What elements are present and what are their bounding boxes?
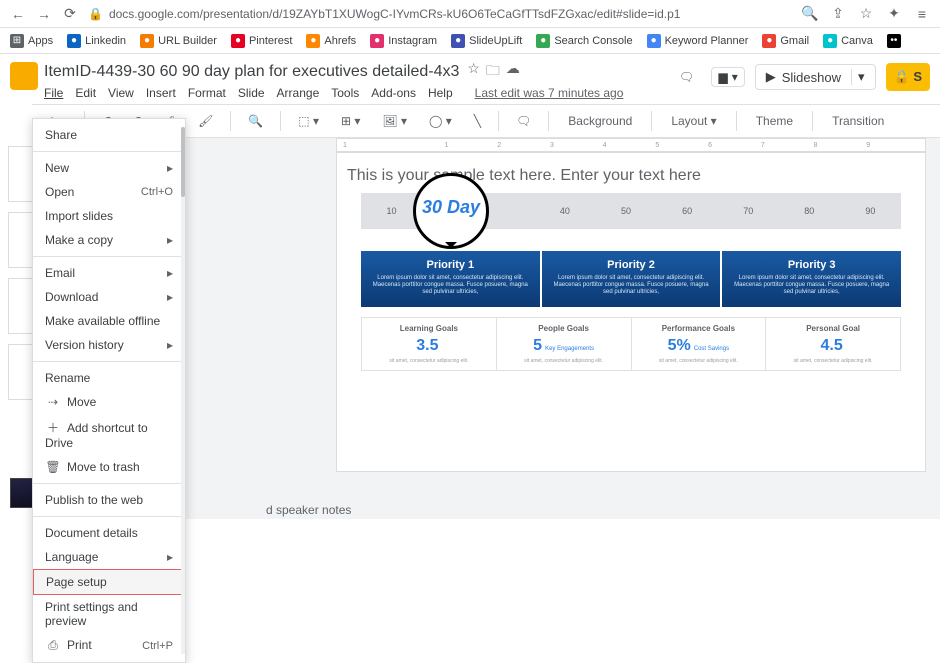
lock-small-icon: 🔒 (894, 69, 910, 84)
file-menu-download[interactable]: Download▸ (33, 285, 185, 309)
file-menu-move[interactable]: ⇢Move (33, 390, 185, 414)
share-button[interactable]: 🔒 S (886, 63, 930, 91)
back-icon[interactable]: ← (10, 6, 26, 22)
file-menu-version-history[interactable]: Version history▸ (33, 333, 185, 357)
file-menu-print-settings-and-preview[interactable]: Print settings and preview (33, 595, 185, 633)
bookmark-slideuplift[interactable]: ●SlideUpLift (451, 34, 522, 48)
menu-format[interactable]: Format (188, 86, 226, 100)
doc-title[interactable]: ItemID-4439-30 60 90 day plan for execut… (44, 63, 459, 81)
goal-cell: People Goals5Key Engagementssit amet, co… (497, 318, 632, 370)
goal-cell: Personal Goal4.5sit amet, consectetur ad… (766, 318, 900, 370)
file-menu-email[interactable]: Email▸ (33, 261, 185, 285)
file-menu-import-slides[interactable]: Import slides (33, 204, 185, 228)
theme-button[interactable]: Theme (746, 110, 803, 132)
comments-icon[interactable]: 🗨 (671, 62, 701, 92)
menu-scrollbar[interactable] (181, 127, 185, 654)
speaker-notes[interactable]: d speaker notes (266, 503, 351, 517)
play-icon: ▶ (766, 69, 776, 85)
menu-add-ons[interactable]: Add-ons (371, 86, 416, 100)
bookmark-instagram[interactable]: ●Instagram (370, 34, 437, 48)
file-menu-share[interactable]: Share (33, 123, 185, 147)
menu-help[interactable]: Help (428, 86, 453, 100)
cloud-status-icon[interactable]: ☁ (506, 60, 520, 84)
file-menu-make-a-copy[interactable]: Make a copy▸ (33, 228, 185, 252)
readlist-icon[interactable]: ≡ (914, 6, 930, 22)
menu-view[interactable]: View (108, 86, 134, 100)
file-menu-publish-to-the-web[interactable]: Publish to the web (33, 488, 185, 512)
menu-tools[interactable]: Tools (331, 86, 359, 100)
lock-icon: 🔒 (88, 7, 103, 21)
extensions-icon[interactable]: ✦ (886, 6, 902, 22)
file-menu-page-setup[interactable]: Page setup (33, 569, 185, 595)
menu-slide[interactable]: Slide (238, 86, 265, 100)
textbox-button[interactable]: ⊞ ▾ (333, 110, 368, 132)
bookmark-ahrefs[interactable]: ●Ahrefs (306, 34, 356, 48)
gauge-bar: 30 Day 1020 405060708090 (361, 193, 901, 229)
line-button[interactable]: ╲ (466, 110, 489, 132)
star-doc-icon[interactable]: ☆ (467, 60, 480, 84)
bookmarks-bar: ⊞Apps ●Linkedin ●URL Builder ●Pinterest ●Ah… (0, 28, 940, 54)
file-menu-make-available-offline[interactable]: Make available offline (33, 309, 185, 333)
goals-row: Learning Goals3.5sit amet, consectetur a… (361, 317, 901, 371)
bookmark-gmail[interactable]: ●Gmail (762, 34, 809, 48)
priority-card: Priority 1Lorem ipsum dolor sit amet, co… (361, 251, 540, 307)
slideshow-button[interactable]: ▶Slideshow▾ (755, 64, 876, 90)
priority-row: Priority 1Lorem ipsum dolor sit amet, co… (361, 251, 901, 307)
file-menu-add-shortcut-to-drive[interactable]: ＋Add shortcut to Drive (33, 414, 185, 455)
priority-card: Priority 3Lorem ipsum dolor sit amet, co… (722, 251, 901, 307)
horizontal-ruler: 1123456789 (336, 138, 926, 152)
menu-insert[interactable]: Insert (146, 86, 176, 100)
meet-icon: ▆ (718, 70, 727, 84)
file-menu-dropdown: Share New▸OpenCtrl+OImport slidesMake a c… (32, 118, 186, 663)
transition-button[interactable]: Transition (822, 110, 894, 132)
comment-button[interactable]: 🗨 (508, 110, 539, 132)
bookmark-keyword-planner[interactable]: ●Keyword Planner (647, 34, 749, 48)
browser-chrome: ← → ⟳ 🔒 docs.google.com/presentation/d/1… (0, 0, 940, 28)
bookmark-canva[interactable]: ●Canva (823, 34, 873, 48)
priority-card: Priority 2Lorem ipsum dolor sit amet, co… (542, 251, 721, 307)
last-edit-text[interactable]: Last edit was 7 minutes ago (475, 86, 624, 100)
menu-edit[interactable]: Edit (75, 86, 96, 100)
bookmark-extra[interactable]: •• (887, 34, 901, 48)
app-header: ItemID-4439-30 60 90 day plan for execut… (0, 54, 940, 100)
menu-arrange[interactable]: Arrange (277, 86, 320, 100)
goal-cell: Performance Goals5%Cost Savingssit amet,… (632, 318, 767, 370)
url-bar[interactable]: 🔒 docs.google.com/presentation/d/19ZAYbT… (88, 7, 792, 21)
layout-button[interactable]: Layout ▾ (661, 110, 726, 132)
bookmark-search-console[interactable]: ●Search Console (536, 34, 632, 48)
select-tool-button[interactable]: ⬚ ▾ (290, 110, 327, 132)
dial-30day: 30 Day (413, 173, 489, 249)
file-menu-open[interactable]: OpenCtrl+O (33, 180, 185, 204)
apps-button[interactable]: ⊞Apps (10, 34, 53, 48)
url-text: docs.google.com/presentation/d/19ZAYbT1X… (109, 7, 680, 21)
forward-icon[interactable]: → (36, 6, 52, 22)
menu-file[interactable]: File (44, 86, 63, 100)
share-page-icon[interactable]: ⇪ (830, 6, 846, 22)
file-menu-rename[interactable]: Rename (33, 366, 185, 390)
slides-logo-icon[interactable] (10, 62, 38, 90)
goal-cell: Learning Goals3.5sit amet, consectetur a… (362, 318, 497, 370)
canvas-area: 1123456789 This is your sample text here… (130, 138, 940, 519)
star-icon[interactable]: ☆ (858, 6, 874, 22)
slide-canvas[interactable]: This is your sample text here. Enter you… (336, 152, 926, 472)
file-menu-new[interactable]: New▸ (33, 156, 185, 180)
shape-button[interactable]: ◯ ▾ (421, 110, 460, 132)
meet-button[interactable]: ▆▾ (711, 67, 744, 87)
file-menu-print[interactable]: ⎙PrintCtrl+P (33, 633, 185, 658)
bookmark-linkedin[interactable]: ●Linkedin (67, 34, 126, 48)
file-menu-document-details[interactable]: Document details (33, 521, 185, 545)
background-button[interactable]: Background (558, 110, 642, 132)
bookmark-url-builder[interactable]: ●URL Builder (140, 34, 217, 48)
zoom-tool-button[interactable]: 🔍 (240, 110, 271, 132)
paint-format-button[interactable]: 🖌 (190, 110, 221, 132)
bookmark-pinterest[interactable]: ●Pinterest (231, 34, 292, 48)
move-doc-icon[interactable]: 🗀 (486, 60, 500, 84)
image-button[interactable]: 🖼 ▾ (374, 110, 415, 132)
file-menu-move-to-trash[interactable]: 🗑Move to trash (33, 455, 185, 479)
zoom-icon[interactable]: 🔍 (802, 6, 818, 22)
reload-icon[interactable]: ⟳ (62, 6, 78, 22)
file-menu-language[interactable]: Language▸ (33, 545, 185, 569)
